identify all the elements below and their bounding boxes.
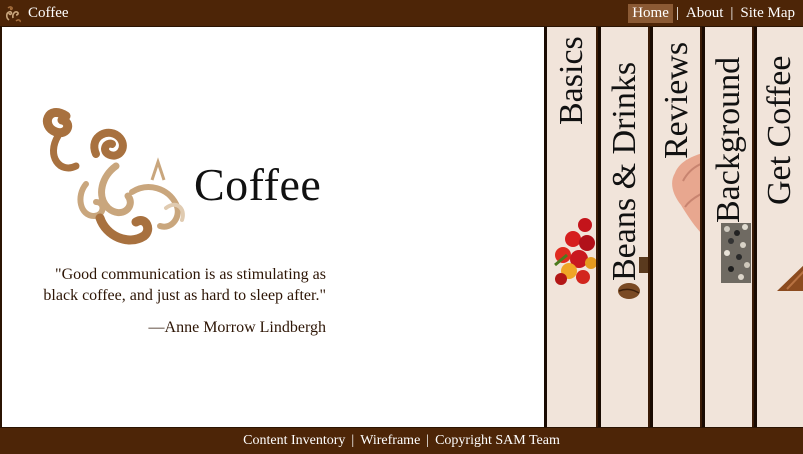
coffee-logo-icon (5, 5, 21, 22)
category-tabs: Basics Beans & Drinks Reviews Background (544, 27, 803, 427)
nav-separator: | (730, 5, 734, 21)
nav-sitemap-link[interactable]: Site Map (736, 5, 799, 22)
footer-bar: Content Inventory | Wireframe | Copyrigh… (0, 427, 803, 454)
quote-attribution: —Anne Morrow Lindbergh (148, 319, 326, 336)
tab-get-coffee[interactable]: Get Coffee (754, 27, 803, 427)
nav-home-link[interactable]: Home (628, 4, 673, 23)
footer-copyright-link[interactable]: Copyright SAM Team (429, 433, 566, 449)
tab-basics[interactable]: Basics (544, 27, 598, 427)
nav-about-link[interactable]: About (682, 5, 728, 22)
wood-icon (777, 265, 803, 291)
hand-icon (672, 153, 700, 232)
nav-separator: | (675, 5, 679, 21)
coffee-bean-icon (618, 257, 648, 299)
beans-texture-icon (721, 223, 751, 283)
brand-label: Coffee (28, 5, 69, 21)
hero-title: Coffee (194, 159, 322, 210)
coffee-swirl-logo (42, 108, 185, 245)
brand[interactable]: Coffee (4, 3, 69, 24)
tab-reviews[interactable]: Reviews (650, 27, 702, 427)
tab-background[interactable]: Background (702, 27, 754, 427)
tab-label: Basics (552, 36, 590, 125)
tab-beans-drinks[interactable]: Beans & Drinks (598, 27, 650, 427)
top-bar: Coffee Home | About | Site Map (0, 0, 803, 27)
tab-label: Reviews (657, 41, 695, 159)
tab-label: Beans & Drinks (605, 61, 643, 281)
footer-wireframe-link[interactable]: Wireframe (354, 433, 426, 449)
quote-text: "Good communication is as stimulating as… (43, 266, 326, 304)
tab-label: Background (709, 56, 747, 223)
coffee-cherries-icon (554, 218, 596, 285)
footer-content-inventory-link[interactable]: Content Inventory (237, 433, 351, 449)
top-nav: Home | About | Site Map (628, 3, 799, 24)
tab-label: Get Coffee (761, 55, 798, 205)
